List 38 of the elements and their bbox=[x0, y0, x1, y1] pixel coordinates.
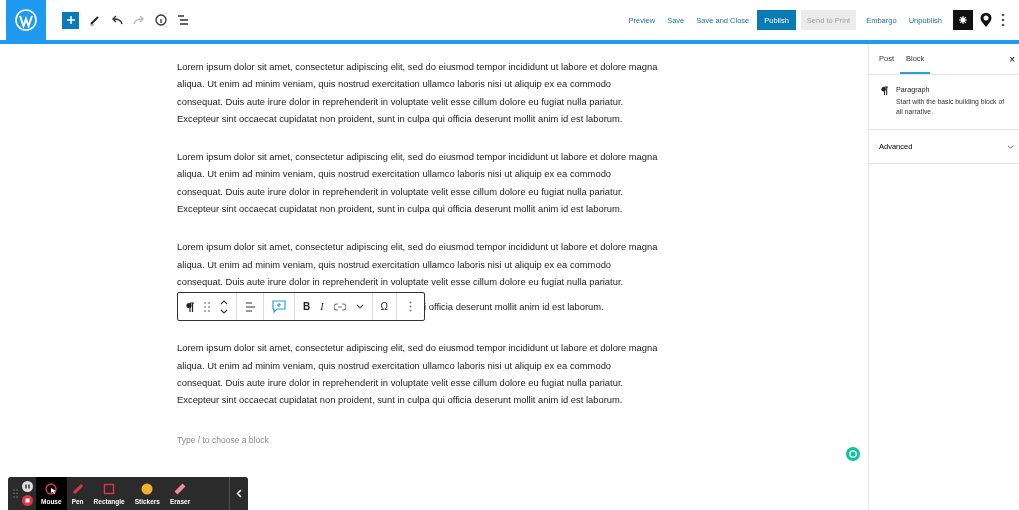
paragraph: Lorem ipsum dolor sit amet, consectetur adipiscing elit, sed do eiusmod tempor incididunt ut labore et dolore magna aliqua. Ut enim ad minim veniam, quis nostrud exercitation ullamco laboris nisi ut aliquip ex ea commodo consequat. Duis aute irure dolor in reprehenderit in voluptate velit esse cillum dolore eu fugiat nulla pariatur. bbox=[177, 240, 659, 289]
drag-handle-icon[interactable] bbox=[204, 301, 210, 312]
gear-icon bbox=[959, 15, 967, 25]
more-options-icon[interactable] bbox=[409, 301, 413, 313]
location-pin-icon[interactable] bbox=[979, 12, 993, 28]
bold-button[interactable]: B bbox=[303, 301, 311, 313]
paragraph: Lorem ipsum dolor sit amet, consectetur adipiscing elit, sed do eiusmod tempor incididunt ut labore et dolore magna aliqua. Ut enim ad minim veniam, quis nostrud exercitation ullamco laboris nisi ut aliquip ex ea commodo consequat. Duis aute irure dolor in reprehenderit in voluptate velit esse cillum dolore eu fugiat nulla pariatur. Excepteur sint occaecat cupidatat non proident, sunt in culpa qui officia deserunt mollit anim id est laborum. bbox=[177, 341, 659, 408]
more-options-icon[interactable] bbox=[1001, 13, 1005, 27]
pencil-icon[interactable] bbox=[89, 14, 101, 26]
paragraph: Lorem ipsum dolor sit amet, consectetur adipiscing elit, sed do eiusmod tempor incididunt ut labore et dolore magna aliqua. Ut enim ad minim veniam, quis nostrud exercitation ullamco laboris nisi ut aliquip ex ea commodo consequat. Duis aute irure dolor in reprehenderit in voluptate velit esse cillum dolore eu fugiat nulla pariatur. Excepteur sint occaecat cupidatat non proident, sunt in culpa qui officia deserunt mollit anim id est laborum. bbox=[177, 150, 659, 217]
paragraph: Lorem ipsum dolor sit amet, consectetur adipiscing elit, sed do eiusmod tempor incididunt ut labore et dolore magna aliqua. Ut enim ad minim veniam, quis nostrud exercitation ullamco laboris nisi ut aliquip ex ea commodo consequat. Duis aute irure dolor in reprehenderit in voluptate velit esse cillum dolore eu fugiat nulla pariatur. Excepteur sint occaecat cupidatat non proident, sunt in culpa qui officia deserunt mollit anim id est laborum. bbox=[177, 60, 659, 126]
plus-icon bbox=[65, 15, 76, 25]
close-button[interactable]: × bbox=[1005, 53, 1019, 65]
grammar-check-icon[interactable] bbox=[846, 447, 860, 461]
stop-icon[interactable] bbox=[22, 495, 33, 506]
pause-icon[interactable] bbox=[22, 481, 33, 492]
paragraph-fragment: i officia deserunt mollit anim id est laborum. bbox=[424, 301, 604, 313]
eraser-icon bbox=[174, 482, 187, 495]
link-icon[interactable] bbox=[333, 302, 346, 311]
cursor-icon bbox=[45, 482, 58, 495]
move-up-down-icon[interactable] bbox=[220, 299, 228, 314]
paragraph-icon bbox=[881, 86, 888, 95]
wordpress-logo[interactable] bbox=[6, 0, 46, 40]
chevron-left-icon bbox=[236, 489, 242, 498]
settings-button[interactable] bbox=[953, 10, 973, 30]
italic-button[interactable]: I bbox=[320, 301, 324, 313]
pen-icon bbox=[71, 482, 84, 495]
align-icon[interactable] bbox=[245, 301, 255, 312]
special-character-button[interactable]: Ω bbox=[380, 301, 389, 313]
paragraph-icon[interactable] bbox=[186, 301, 194, 312]
undo-icon[interactable] bbox=[111, 15, 123, 25]
add-block-button[interactable] bbox=[62, 11, 79, 29]
chevron-down-icon[interactable] bbox=[355, 304, 364, 310]
sticker-icon bbox=[141, 482, 154, 495]
drag-handle-icon[interactable] bbox=[13, 489, 18, 498]
rectangle-icon bbox=[103, 482, 116, 495]
list-view-icon[interactable] bbox=[177, 14, 189, 26]
info-icon[interactable] bbox=[155, 14, 167, 26]
